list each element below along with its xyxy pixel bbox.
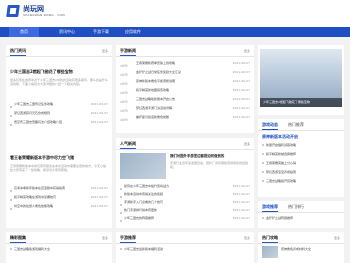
- hot-news-featured2-title[interactable]: 看王者荣耀新版本手游中尽力空飞猪: [10, 155, 74, 160]
- list-item[interactable]: 梦幻西游宝宝养成指南: [262, 169, 340, 176]
- popular-news-more-link[interactable]: 更多: [244, 142, 250, 146]
- popular-featured-title[interactable]: 我们对国外手游里边都是如何做到的: [170, 154, 224, 159]
- banner-caption: 少年三国志2燃起飞驰花了哪些宝物: [260, 98, 342, 107]
- tab-game-recommend[interactable]: 游戏推荐: [262, 204, 278, 212]
- list-item[interactable]: 梦幻西游碎月灵石合成规则 2021-06-07: [10, 110, 108, 117]
- hot-news-featured2-summary: 王者荣耀新版本中的玩家有很多在本次活动中需要注意的地方，今天小编给大家带来了一些…: [10, 164, 107, 172]
- hot-news-featured-title[interactable]: 少年三国志2燃起飞驰花了哪些宝物: [10, 69, 73, 74]
- recommend-more-link[interactable]: 更多: [244, 236, 250, 240]
- guide-thumbnail[interactable]: [262, 246, 278, 258]
- nav-home[interactable]: 首页: [9, 27, 39, 37]
- top-header: 尚玩网 SHANGWAN WANG · COM: [0, 0, 350, 27]
- hot-news-panel: 热门资讯 更多 少年三国志2燃起飞驰花了哪些宝物 很多玩家在游戏中对于少年三国志…: [6, 45, 112, 228]
- gallery-more-link[interactable]: 更多: [102, 236, 108, 240]
- guides-more-link[interactable]: 更多: [334, 236, 340, 240]
- list-item[interactable]: 原神角色养成材料大全: [281, 246, 340, 253]
- nav-news[interactable]: 资讯中心: [52, 27, 82, 37]
- list-item[interactable]: [资讯]崩坏星穹铁道新角色前瞻 2021-06-07: [120, 114, 250, 121]
- list-item[interactable]: 金铲铲之战阵容推荐: [262, 215, 340, 222]
- popular-news-panel: 人气新闻 更多 我们对国外手游里边都是如何做到的 手游行业近年来发展迅速，国外厂…: [116, 138, 254, 228]
- tab-hot-recommend[interactable]: 热门推荐: [288, 122, 304, 127]
- list-item[interactable]: 三国志战略版开荒攻略: [262, 178, 340, 185]
- list-item[interactable]: [资讯]王者荣耀新赛季皮肤上线攻略 2021-06-07: [120, 60, 250, 67]
- recommend-title: 手游推荐: [120, 235, 136, 243]
- logo-icon: [6, 5, 20, 17]
- guides-panel: 热门攻略 更多 原神角色养成材料大全: [258, 232, 344, 263]
- latest-news-panel: 手游新闻 更多 [资讯]王者荣耀新赛季皮肤上线攻略 2021-06-07 [资讯]…: [116, 45, 254, 133]
- hot-news-featured-summary: 很多玩家在游戏中对于少年三国志2中新的活动有很多疑问，那么这是什么活动呢，下面小…: [10, 78, 108, 86]
- side-featured-link[interactable]: 原神新版本活动开启: [262, 134, 340, 139]
- banner-image[interactable]: 少年三国志2燃起飞驰花了哪些宝物: [260, 49, 342, 107]
- site-title: 尚玩网: [23, 5, 44, 13]
- list-item[interactable]: 如何在少年三国志中提升武将战力 2021-06-07: [120, 183, 250, 190]
- list-item[interactable]: 高考冰季新年版本在百宝箱中获得指南 2021-06-07: [10, 185, 108, 192]
- list-item[interactable]: [资讯]原神新版本角色平衡调整说明 2021-06-07: [120, 78, 250, 85]
- list-item[interactable]: 和平精英攻略在游戏中掌握技巧 2021-06-07: [10, 194, 108, 201]
- hot-news-title: 热门资讯: [10, 48, 26, 56]
- hot-news-more-link[interactable]: 更多: [102, 49, 108, 53]
- side-tabs-panel: 游戏动态 热门推荐 原神新版本活动开启 新服开启福利领取攻略 和平精英枪械选择推…: [258, 119, 344, 197]
- list-item[interactable]: [资讯]梦幻西游手游门派活动详解 2021-06-07: [120, 105, 250, 112]
- list-item[interactable]: [资讯]金铲铲之战日常任务奖励大全汇总 2021-06-07: [120, 69, 250, 76]
- guides-title: 热门攻略: [262, 235, 278, 243]
- list-item[interactable]: 新服开启福利领取攻略: [262, 142, 340, 149]
- site-subtitle: SHANGWAN WANG · COM: [23, 13, 65, 17]
- list-item[interactable]: 少年三国志最新版本福利活动: [120, 246, 250, 253]
- tab-hot-rank[interactable]: 热门排行: [288, 204, 304, 209]
- site-logo[interactable]: 尚玩网 SHANGWAN WANG · COM: [6, 5, 65, 17]
- list-item[interactable]: 少年三国志三国传记任务攻略 2021-06-07: [10, 101, 108, 108]
- list-item[interactable]: 悟空传三国志奇趣玩法介绍攻略介绍 2021-06-07: [10, 119, 108, 126]
- list-item[interactable]: 三国志战略版游戏福利大全: [10, 246, 108, 253]
- list-item[interactable]: [资讯]三国志战略版新剧本开启公告 2021-06-07: [120, 96, 250, 103]
- list-item[interactable]: 王者荣耀英雄上分心得: [262, 160, 340, 167]
- list-item[interactable]: 新版本活动中值得关注的奖励 2021-06-07: [120, 191, 250, 198]
- nav-apps[interactable]: 应用软件: [118, 27, 148, 37]
- latest-news-title: 手游新闻: [120, 48, 136, 56]
- gallery-panel: 精彩图集 更多 三国志战略版游戏福利大全: [6, 232, 112, 263]
- popular-featured-summary: 手游行业近年来发展迅速，国外厂商有哪些值得借鉴的经验呢。: [170, 161, 249, 169]
- latest-news-more-link[interactable]: 更多: [244, 49, 250, 53]
- popular-thumbnail[interactable]: [120, 153, 166, 179]
- list-item[interactable]: 时空中的绘旅人角色技能攻略 2021-06-07: [10, 203, 108, 210]
- popular-news-title: 人气新闻: [120, 141, 136, 149]
- list-item[interactable]: [资讯]和平精英新地图探索攻略 2021-06-07: [120, 87, 250, 94]
- list-item[interactable]: 热门手游排行榜本周更新 2021-06-07: [120, 207, 250, 214]
- list-item[interactable]: 手游新手入门必看的几个技巧 2021-06-07: [120, 199, 250, 206]
- recommend-panel: 手游推荐 更多 少年三国志最新版本福利活动: [116, 232, 254, 263]
- gallery-title: 精彩图集: [10, 235, 26, 243]
- nav-games[interactable]: 手游下载: [86, 27, 116, 37]
- list-item[interactable]: 和平精英枪械选择推荐: [262, 151, 340, 158]
- list-item[interactable]: 少年三国志的阵容推荐 2021-06-07: [120, 215, 250, 222]
- main-nav: 首页 资讯中心 手游下载 应用软件: [0, 27, 350, 37]
- tab-game-news[interactable]: 游戏动态: [262, 122, 278, 130]
- side-tabs2-panel: 游戏推荐 热门排行 金铲铲之战阵容推荐: [258, 201, 344, 228]
